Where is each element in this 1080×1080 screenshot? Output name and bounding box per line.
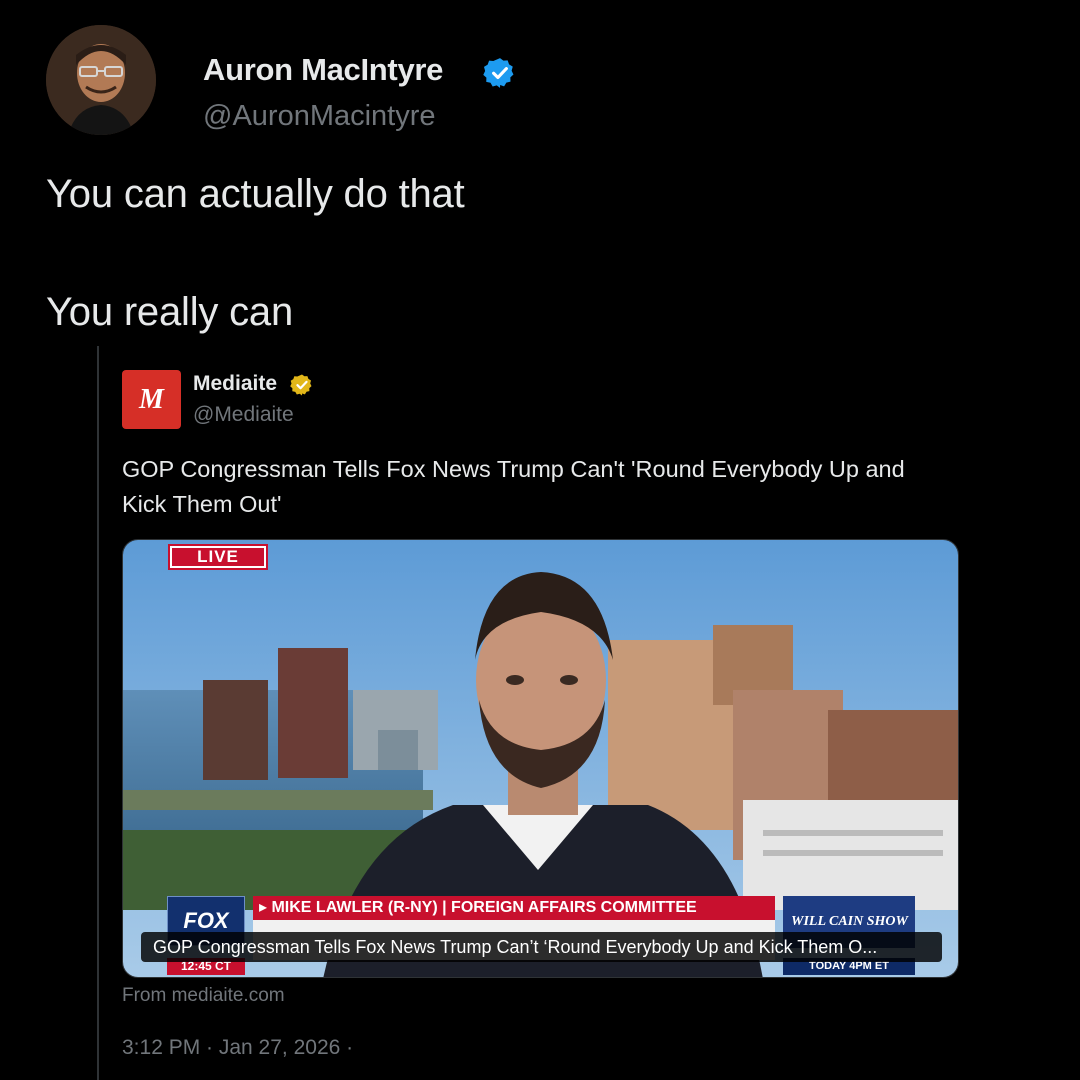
author-handle[interactable]: @AuronMacintyre [203, 100, 436, 133]
author-avatar[interactable] [46, 25, 156, 135]
verified-badge-icon [483, 58, 514, 88]
chyron-name-banner: ▸ MIKE LAWLER (R-NY) | FOREIGN AFFAIRS C… [253, 896, 775, 920]
link-source[interactable]: From mediaite.com [122, 985, 285, 1007]
quote-author-handle[interactable]: @Mediaite [193, 403, 294, 427]
live-badge: LIVE [168, 544, 268, 570]
tweet-text-line-2: You really can [46, 290, 294, 334]
link-card-title[interactable]: GOP Congressman Tells Fox News Trump Can… [141, 932, 942, 962]
quote-author-name[interactable]: Mediaite [193, 372, 277, 396]
video-thumbnail[interactable]: LIVE FOX 12:45 CT ▸ MIKE LAWLER (R-NY) |… [122, 539, 959, 978]
live-badge-label: LIVE [172, 548, 264, 566]
avatar-photo [46, 25, 156, 135]
mediaite-logo-letter: M [139, 383, 164, 415]
author-name[interactable]: Auron MacIntyre [203, 52, 443, 88]
mediaite-avatar[interactable]: M [122, 370, 181, 429]
verified-gold-badge-icon [290, 374, 312, 396]
quote-headline: GOP Congressman Tells Fox News Trump Can… [122, 456, 905, 517]
tweet-text-line-1: You can actually do that [46, 172, 465, 216]
post-timestamp[interactable]: 3:12 PM · Jan 27, 2026 · [122, 1036, 353, 1060]
quote-divider-line [97, 346, 99, 1080]
